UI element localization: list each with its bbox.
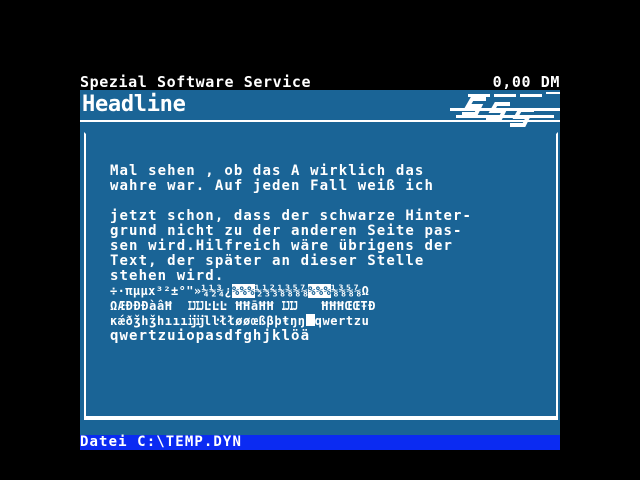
charset-segment: ⅛⅜⅝⅞Ω xyxy=(331,284,370,298)
body-line: Text, der später an dieser Stelle xyxy=(110,253,425,269)
amount-display: 0,00 DM xyxy=(492,73,560,91)
charset-line: ΩÆÐÐÐàâĦ ĲĲĿĿĿ ĦĦāĦĦ ĲĲ ĦĦĦŒŒŦÐ xyxy=(110,299,377,313)
inverted-segment: %%% xyxy=(308,284,332,298)
charset-segment: qwertzu xyxy=(314,314,370,328)
charset-line: κǽðǯhǯhıııĳĳlŀłłøøœßβþŧŋŋ qwertzu xyxy=(110,314,369,329)
body-line: grund nicht zu der anderen Seite pas- xyxy=(110,223,463,239)
sss-logo xyxy=(450,92,560,127)
charset-line: ÷·πμμx³²±°"»¼½¾¿%%%½⅓⅔⅛⅜⅝⅞%%%⅛⅜⅝⅞Ω xyxy=(110,284,369,299)
charset-segment: ÷·πμμx³²±°"»¼½¾¿ xyxy=(110,284,232,298)
body-line: wahre war. Auf jeden Fall weiß ich xyxy=(110,178,434,194)
body-line: Mal sehen , ob das A wirklich das xyxy=(110,163,425,179)
status-bar: Datei C:\TEMP.DYN xyxy=(80,435,560,450)
inverted-segment: %%% xyxy=(232,284,255,298)
app-title: Spezial Software Service xyxy=(80,73,312,91)
title-bar: Spezial Software Service 0,00 DM xyxy=(80,74,560,90)
body-line: sen wird.Hilfreich wäre übrigens der xyxy=(110,238,454,254)
screen: Spezial Software Service 0,00 DM Headlin… xyxy=(0,0,640,480)
charset-segment: ½⅓⅔⅛⅜⅝⅞ xyxy=(254,284,309,298)
editor-panel: Headline Mal sehen , ob das A wirklich d… xyxy=(80,90,560,435)
headline-title: Headline xyxy=(82,92,186,117)
text-cursor xyxy=(305,314,315,326)
text-area[interactable]: Mal sehen , ob das A wirklich das wahre … xyxy=(84,132,558,420)
file-path: Datei C:\TEMP.DYN xyxy=(80,434,242,450)
charset-segment: κǽðǯhǯhıııĳĳlŀłłøøœßβþŧŋŋ xyxy=(110,314,306,328)
body-line: jetzt schon, dass der schwarze Hinter- xyxy=(110,208,473,224)
body-line: stehen wird. xyxy=(110,268,225,284)
charset-line: qwertzuiopasdfghjklöä xyxy=(110,328,311,344)
